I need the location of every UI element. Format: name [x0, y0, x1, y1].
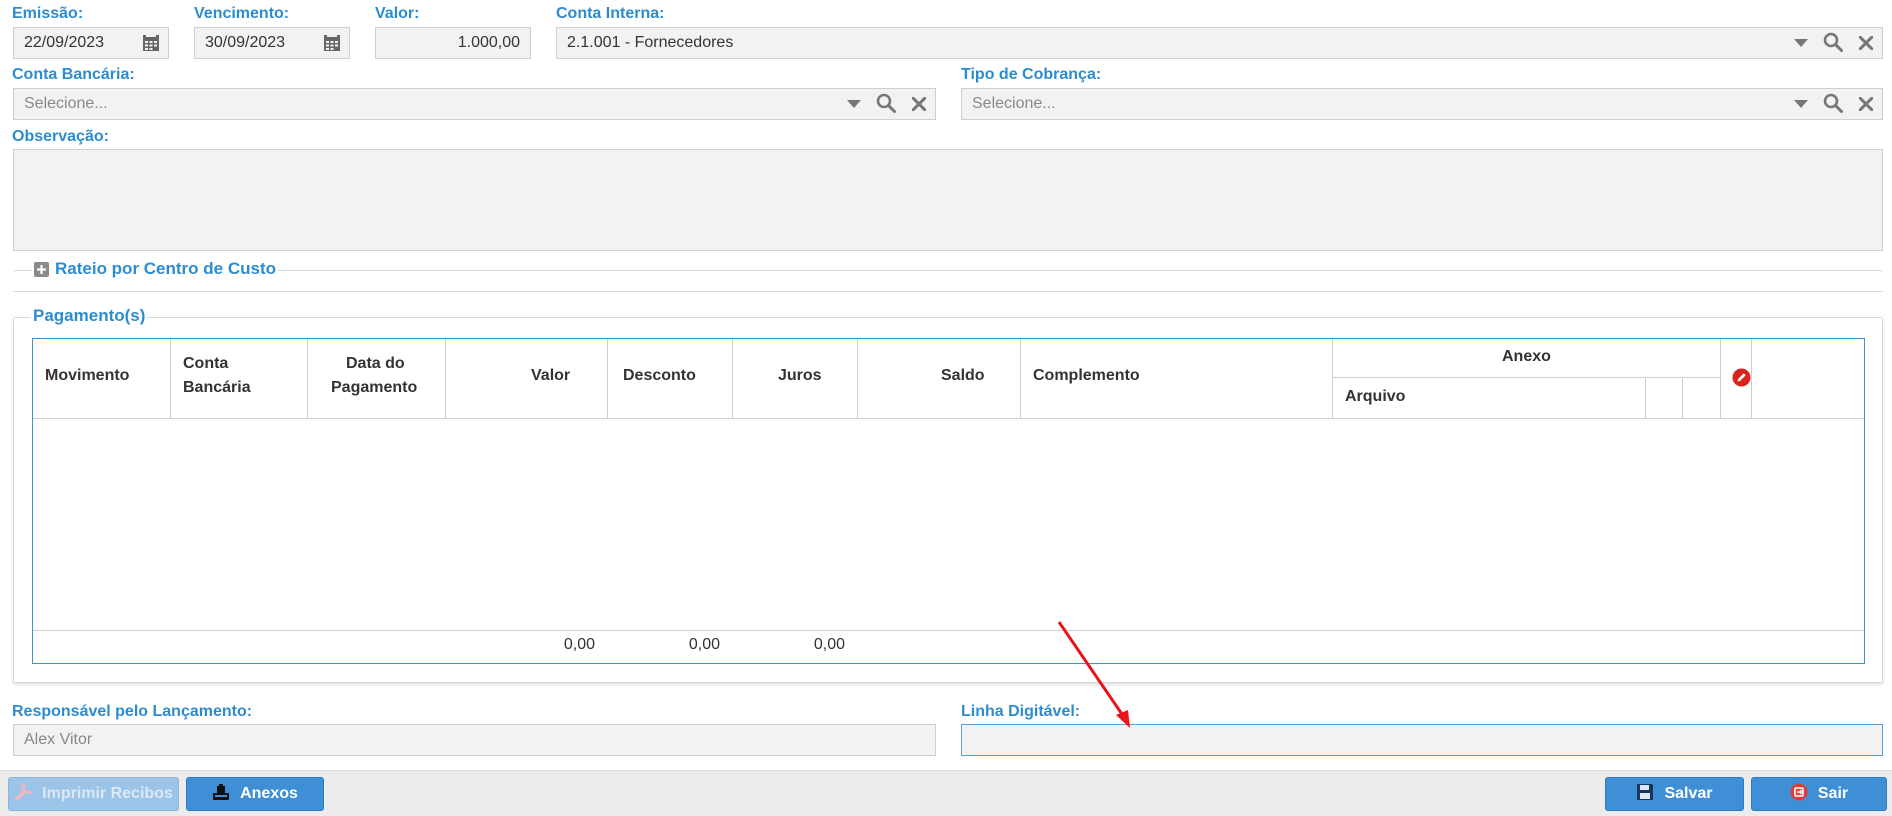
clear-icon[interactable]: [1855, 93, 1877, 115]
grid-header-divider: [33, 418, 1864, 419]
observacao-textarea[interactable]: [13, 149, 1883, 251]
responsavel-label: Responsável pelo Lançamento:: [12, 703, 253, 720]
conta-bancaria-select[interactable]: Selecione...: [13, 88, 936, 120]
salvar-label: Salvar: [1664, 785, 1713, 802]
col-header-arquivo[interactable]: Arquivo: [1345, 388, 1405, 406]
col-divider: [857, 339, 858, 418]
col-divider: [1332, 339, 1333, 418]
col-header-conta-line2[interactable]: Bancária: [183, 379, 251, 397]
anexos-button[interactable]: Anexos: [186, 777, 324, 811]
col-header-data-line2[interactable]: Pagamento: [331, 379, 417, 397]
valor-input[interactable]: 1.000,00: [375, 27, 531, 59]
grid-footer-divider: [33, 630, 1864, 631]
col-header-juros[interactable]: Juros: [778, 367, 822, 385]
pagamentos-legend: Pagamento(s): [31, 306, 148, 326]
total-valor: 0,00: [563, 636, 595, 653]
salvar-button[interactable]: Salvar: [1605, 777, 1744, 811]
col-divider: [732, 339, 733, 418]
annotation-arrow: [1057, 621, 1130, 728]
dropdown-caret-icon[interactable]: [1790, 32, 1812, 54]
col-divider: [1682, 378, 1683, 418]
col-divider: [607, 339, 608, 418]
clear-icon[interactable]: [908, 93, 930, 115]
col-header-valor[interactable]: Valor: [531, 367, 570, 385]
col-header-data-line1[interactable]: Data do: [346, 355, 405, 373]
pdf-icon: [14, 782, 32, 806]
vencimento-label: Vencimento:: [194, 5, 290, 22]
col-header-saldo[interactable]: Saldo: [941, 367, 985, 385]
imprimir-recibos-label: Imprimir Recibos: [42, 785, 173, 802]
total-juros: 0,00: [813, 636, 845, 653]
calendar-icon[interactable]: [321, 32, 343, 54]
dropdown-caret-icon[interactable]: [843, 93, 865, 115]
search-icon[interactable]: [875, 92, 897, 114]
exit-icon: [1790, 783, 1808, 806]
col-divider: [1645, 378, 1646, 418]
total-desconto: 0,00: [688, 636, 720, 653]
anexo-subheader-divider: [1332, 377, 1720, 378]
col-header-desconto[interactable]: Desconto: [623, 367, 696, 385]
col-divider: [1751, 339, 1752, 418]
responsavel-input[interactable]: Alex Vitor: [13, 724, 936, 756]
calendar-icon[interactable]: [140, 32, 162, 54]
valor-label: Valor:: [375, 5, 420, 22]
col-header-anexo: Anexo: [1502, 348, 1551, 365]
save-icon: [1636, 783, 1654, 806]
anexos-label: Anexos: [240, 785, 298, 802]
rateio-label: Rateio por Centro de Custo: [55, 259, 277, 278]
tipo-cobranca-select[interactable]: Selecione...: [961, 88, 1883, 120]
edit-icon[interactable]: [1731, 367, 1751, 387]
sair-label: Sair: [1817, 785, 1849, 802]
conta-bancaria-label: Conta Bancária:: [12, 66, 135, 83]
emissao-label: Emissão:: [12, 5, 84, 22]
rateio-fieldset: [13, 270, 1883, 292]
col-divider: [1720, 339, 1721, 418]
conta-interna-select[interactable]: 2.1.001 - Fornecedores: [556, 27, 1883, 59]
rateio-bottom-line: [13, 291, 1883, 292]
expand-plus-icon[interactable]: [34, 261, 49, 277]
col-header-conta-line1[interactable]: Conta: [183, 355, 228, 373]
observacao-label: Observação:: [12, 128, 109, 145]
col-header-complemento[interactable]: Complemento: [1033, 367, 1140, 385]
imprimir-recibos-button[interactable]: Imprimir Recibos: [8, 777, 179, 811]
clear-icon[interactable]: [1855, 32, 1877, 54]
dropdown-caret-icon[interactable]: [1790, 93, 1812, 115]
conta-interna-label: Conta Interna:: [556, 5, 665, 22]
search-icon[interactable]: [1822, 92, 1844, 114]
rateio-toggle[interactable]: Rateio por Centro de Custo: [32, 259, 279, 279]
col-divider: [170, 339, 171, 418]
search-icon[interactable]: [1822, 31, 1844, 53]
col-header-movimento[interactable]: Movimento: [45, 367, 129, 385]
tipo-cobranca-label: Tipo de Cobrança:: [961, 66, 1102, 83]
sair-button[interactable]: Sair: [1751, 777, 1887, 811]
col-divider: [1020, 339, 1021, 418]
col-divider: [307, 339, 308, 418]
col-divider: [445, 339, 446, 418]
attachment-icon: [212, 783, 230, 806]
